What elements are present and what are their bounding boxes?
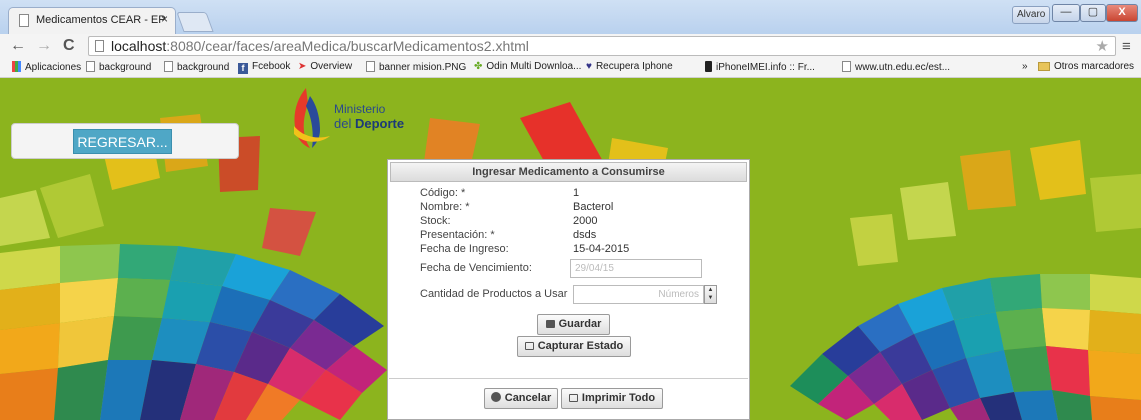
profile-button[interactable]: Alvaro <box>1012 6 1051 24</box>
bookmark-background-1[interactable]: background <box>86 61 151 73</box>
print-icon <box>568 394 578 402</box>
cancel-icon <box>490 392 501 402</box>
bookmark-odin[interactable]: ✤ Odin Multi Downloa... <box>474 61 581 72</box>
stock-label: Stock: <box>420 215 451 227</box>
cantidad-input[interactable]: Números <box>573 285 704 304</box>
bookmark-aplicaciones[interactable]: Aplicaciones <box>12 61 81 73</box>
address-bar[interactable]: localhost:8080/cear/faces/areaMedica/bus… <box>88 36 1116 56</box>
cantidad-spinner[interactable]: ▲ ▼ <box>704 285 717 304</box>
imprimir-todo-button[interactable]: Imprimir Todo <box>561 388 663 409</box>
fecha-ingreso-value: 15-04-2015 <box>573 243 630 255</box>
apps-grid-icon <box>12 61 21 72</box>
url-text: localhost:8080/cear/faces/areaMedica/bus… <box>111 38 529 54</box>
page-icon <box>366 61 375 72</box>
facebook-icon: f <box>238 63 248 74</box>
page-icon <box>164 61 173 72</box>
fecha-ingreso-label: Fecha de Ingreso: <box>420 243 509 255</box>
bookmark-utn[interactable]: www.utn.edu.ec/est... <box>842 61 950 73</box>
capturar-estado-button[interactable]: Capturar Estado <box>517 336 631 357</box>
bookmark-background-2[interactable]: background <box>164 61 229 73</box>
browser-menu-icon[interactable]: ≡ <box>1122 38 1131 55</box>
stock-value: 2000 <box>573 215 598 227</box>
overview-icon: ➤ <box>298 61 307 72</box>
nombre-label: Nombre: * <box>420 201 470 213</box>
bookmark-star-icon[interactable]: ★ <box>1096 37 1109 55</box>
regresar-button[interactable]: REGRESAR... <box>73 129 172 154</box>
new-tab-button[interactable] <box>176 12 214 32</box>
page-icon <box>86 61 95 72</box>
logo-deporte-text: del Deporte <box>334 116 405 131</box>
presentacion-label: Presentación: * <box>420 229 495 241</box>
codigo-value: 1 <box>573 187 580 199</box>
tab-close-icon[interactable]: × <box>161 12 168 26</box>
right-arc-pattern <box>790 140 1141 420</box>
cantidad-label: Cantidad de Productos a Usar <box>420 288 568 300</box>
tab-title: Medicamentos CEAR - EP <box>36 14 166 26</box>
page-icon <box>842 61 851 72</box>
dialog-title: Ingresar Medicamento a Consumirse <box>390 162 747 182</box>
bookmark-iphoneimei[interactable]: iPhoneIMEI.info :: Fr... <box>705 61 815 73</box>
codigo-label: Código: * <box>420 187 466 199</box>
fecha-vencimiento-input[interactable]: 29/04/15 <box>570 259 702 278</box>
cancelar-button[interactable]: Cancelar <box>484 388 558 409</box>
browser-tab[interactable]: Medicamentos CEAR - EP × <box>8 7 176 34</box>
odin-icon: ✤ <box>474 61 483 72</box>
guardar-button[interactable]: Guardar <box>537 314 610 335</box>
reload-icon[interactable]: C <box>63 37 75 55</box>
save-icon <box>545 320 555 328</box>
minimize-button[interactable]: — <box>1052 4 1080 22</box>
nombre-value: Bacterol <box>573 201 614 213</box>
bookmark-overview[interactable]: ➤ Overview <box>298 61 352 72</box>
close-window-button[interactable]: X <box>1106 4 1138 22</box>
bookmarks-overflow-button[interactable]: » <box>1022 61 1028 72</box>
bookmark-fcebook[interactable]: f Fcebook <box>238 61 290 74</box>
page-icon <box>95 40 104 52</box>
maximize-button[interactable]: ▢ <box>1080 4 1106 22</box>
folder-icon <box>1038 62 1050 71</box>
regresar-panel: REGRESAR... <box>11 123 239 159</box>
other-bookmarks[interactable]: Otros marcadores <box>1038 61 1134 72</box>
browser-titlebar: Medicamentos CEAR - EP × Alvaro — ▢ X <box>0 0 1141 34</box>
page-content: Ministerio del Deporte REGRESAR... Ingre… <box>0 78 1141 420</box>
recupera-icon: ♥ <box>586 61 592 72</box>
bookmarks-bar: Aplicaciones background background f Fceb… <box>0 58 1141 78</box>
fecha-vencimiento-label: Fecha de Vencimiento: <box>420 262 532 274</box>
bookmark-banner[interactable]: banner mision.PNG <box>366 61 466 73</box>
forward-arrow-icon[interactable]: → <box>36 37 52 55</box>
ministerio-deporte-logo <box>294 88 330 148</box>
dialog-divider <box>389 378 748 379</box>
presentacion-value: dsds <box>573 229 597 241</box>
page-icon <box>19 14 29 27</box>
phone-icon <box>705 61 712 72</box>
left-arc-pattern <box>0 114 387 420</box>
ingresar-medicamento-dialog: Ingresar Medicamento a Consumirse Código… <box>387 159 750 420</box>
back-arrow-icon[interactable]: ← <box>10 37 26 55</box>
print-icon <box>524 342 534 350</box>
logo-ministerio-text: Ministerio <box>334 102 386 116</box>
bookmark-recupera[interactable]: ♥ Recupera Iphone <box>586 61 673 72</box>
